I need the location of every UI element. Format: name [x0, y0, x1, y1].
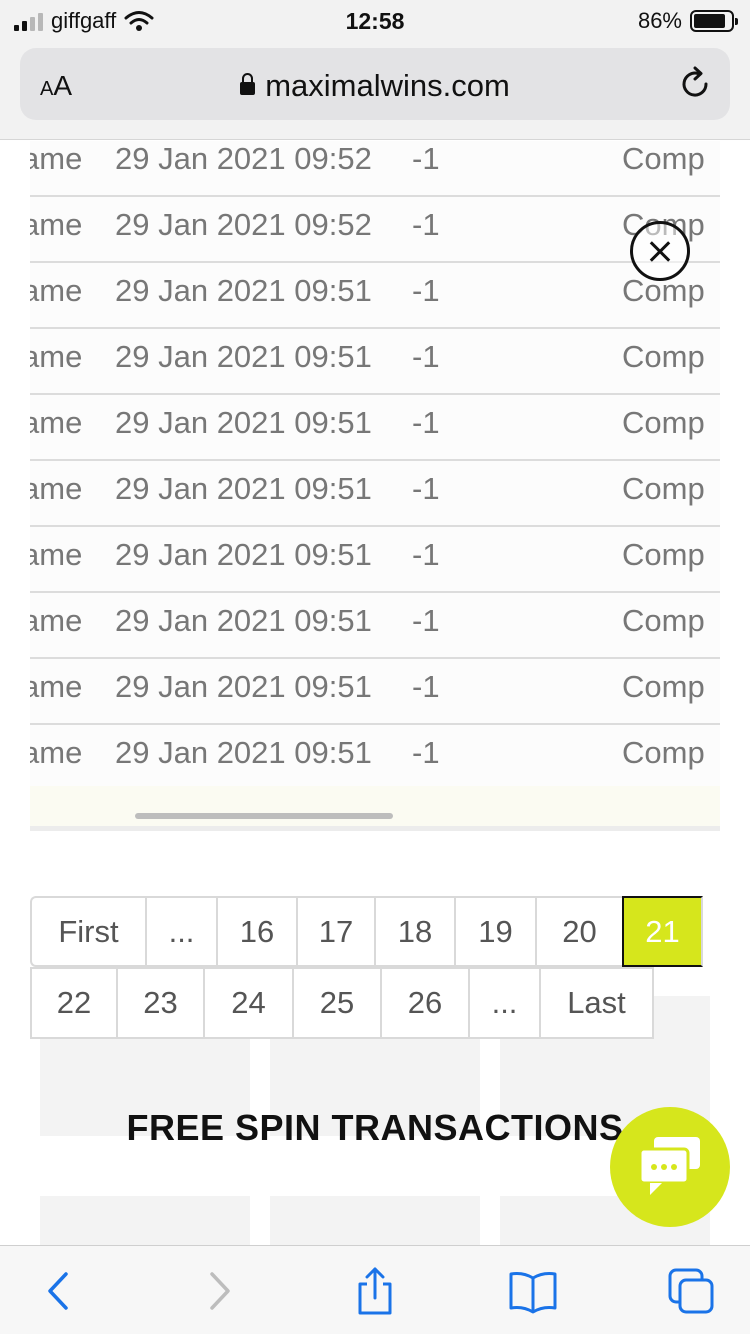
- page-button-current[interactable]: 21: [622, 896, 703, 967]
- transaction-row: ame 29 Jan 2021 09:51 -1 Comp: [30, 527, 720, 593]
- transaction-row: ame 29 Jan 2021 09:51 -1 Comp: [30, 263, 720, 329]
- transaction-date: 29 Jan 2021 09:51: [115, 471, 372, 506]
- transaction-date: 29 Jan 2021 09:52: [115, 207, 372, 242]
- transaction-date: 29 Jan 2021 09:51: [115, 735, 372, 770]
- transaction-row: ame 29 Jan 2021 09:51 -1 Comp: [30, 461, 720, 527]
- transaction-status: Comp: [622, 669, 705, 704]
- battery-fill: [694, 14, 725, 28]
- reload-icon[interactable]: [678, 66, 712, 102]
- transaction-date: 29 Jan 2021 09:51: [115, 405, 372, 440]
- transaction-game: ame: [30, 471, 83, 506]
- transaction-game: ame: [30, 207, 83, 242]
- page-button[interactable]: 18: [374, 896, 454, 967]
- transaction-date: 29 Jan 2021 09:52: [115, 141, 372, 176]
- live-chat-button[interactable]: [610, 1107, 730, 1227]
- share-icon[interactable]: [350, 1266, 400, 1316]
- transaction-amount: -1: [412, 537, 440, 572]
- transaction-amount: -1: [412, 669, 440, 704]
- transaction-amount: -1: [412, 603, 440, 638]
- transaction-game: ame: [30, 141, 83, 176]
- horizontal-scrollbar[interactable]: [135, 813, 393, 819]
- page-button[interactable]: 19: [454, 896, 535, 967]
- transaction-status: Comp: [622, 537, 705, 572]
- transaction-date: 29 Jan 2021 09:51: [115, 339, 372, 374]
- browser-top-bar: AA maximalwins.com: [0, 40, 750, 140]
- page-button[interactable]: Last: [539, 967, 654, 1039]
- transaction-game: ame: [30, 735, 83, 770]
- page-button[interactable]: 22: [30, 967, 116, 1039]
- back-icon[interactable]: [34, 1266, 84, 1316]
- page-button[interactable]: 16: [216, 896, 296, 967]
- transaction-amount: -1: [412, 207, 440, 242]
- transaction-row: ame 29 Jan 2021 09:51 -1 Comp: [30, 329, 720, 395]
- page-button[interactable]: 26: [380, 967, 468, 1039]
- transaction-row: ame 29 Jan 2021 09:51 -1 Comp: [30, 659, 720, 725]
- transaction-amount: -1: [412, 141, 440, 176]
- transaction-status: Comp: [622, 603, 705, 638]
- transaction-row: ame 29 Jan 2021 09:51 -1 Comp: [30, 395, 720, 461]
- transaction-row: ame 29 Jan 2021 09:51 -1 Comp: [30, 725, 720, 791]
- transaction-amount: -1: [412, 405, 440, 440]
- transaction-row: ame 29 Jan 2021 09:51 -1 Comp: [30, 593, 720, 659]
- page-button[interactable]: 24: [203, 967, 292, 1039]
- page-button[interactable]: First: [30, 896, 145, 967]
- transaction-amount: -1: [412, 273, 440, 308]
- transaction-status: Comp: [622, 141, 705, 176]
- page-button[interactable]: ...: [145, 896, 216, 967]
- transaction-row: ame29 Jan 2021 09:52-1Comp: [30, 197, 720, 263]
- chat-icon: [638, 1137, 700, 1195]
- transaction-status: Comp: [622, 405, 705, 440]
- transaction-date: 29 Jan 2021 09:51: [115, 669, 372, 704]
- transaction-amount: -1: [412, 471, 440, 506]
- battery-icon: [690, 10, 738, 32]
- tabs-icon[interactable]: [666, 1266, 716, 1316]
- page-button[interactable]: ...: [468, 967, 539, 1039]
- battery-percent: 86%: [637, 8, 682, 33]
- page-button[interactable]: 23: [116, 967, 203, 1039]
- transaction-game: ame: [30, 405, 83, 440]
- transaction-row: ame 29 Jan 2021 09:52 -1 Comp: [30, 141, 720, 197]
- pagination-row-1: First... 16 17 18 19 20 21: [30, 896, 703, 967]
- transaction-amount: -1: [412, 339, 440, 374]
- transactions-modal: ame 29 Jan 2021 09:52 -1 Comp ame 29 Jan 2021…: [30, 141, 720, 826]
- transaction-date: 29 Jan 2021 09:51: [115, 273, 372, 308]
- status-bar: giffgaff 12:58 86%: [0, 0, 750, 40]
- transaction-date: 29 Jan 2021 09:51: [115, 537, 372, 572]
- transaction-status: Comp: [622, 471, 705, 506]
- status-right: 86%: [637, 8, 738, 34]
- transaction-status: Comp: [622, 339, 705, 374]
- transaction-game: ame: [30, 273, 83, 308]
- pagination-row-2: 22 23 24 25 26... Last: [30, 967, 654, 1039]
- address-bar[interactable]: AA maximalwins.com: [20, 48, 730, 120]
- forward-icon[interactable]: [194, 1266, 244, 1316]
- web-page: ame 29 Jan 2021 09:52 -1 Comp ame 29 Jan 2021…: [0, 141, 750, 1245]
- transaction-game: ame: [30, 537, 83, 572]
- page-button[interactable]: 17: [296, 896, 374, 967]
- game-thumbnail: [40, 1196, 250, 1245]
- browser-toolbar: [0, 1245, 750, 1334]
- transaction-date: 29 Jan 2021 09:51: [115, 603, 372, 638]
- table-footer-strip: [30, 786, 720, 826]
- game-thumbnail: [270, 1196, 480, 1245]
- page-button[interactable]: 20: [535, 896, 622, 967]
- url-display[interactable]: maximalwins.com: [20, 68, 730, 104]
- page-button[interactable]: 25: [292, 967, 380, 1039]
- transaction-amount: -1: [412, 735, 440, 770]
- bookmarks-icon[interactable]: [508, 1266, 558, 1316]
- transaction-status: Comp: [622, 735, 705, 770]
- transaction-game: ame: [30, 669, 83, 704]
- transaction-game: ame: [30, 603, 83, 638]
- url-text: maximalwins.com: [265, 68, 510, 103]
- transaction-game: ame: [30, 339, 83, 374]
- close-icon[interactable]: [630, 221, 690, 281]
- lock-icon: [240, 73, 256, 95]
